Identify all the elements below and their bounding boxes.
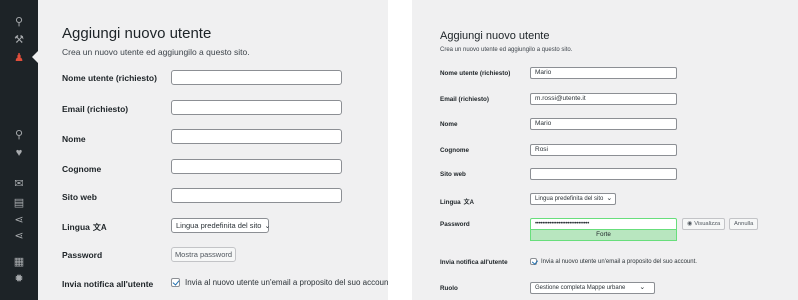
- last-name-label: Cognome: [62, 164, 102, 174]
- first-name-label-right: Nome: [440, 121, 458, 128]
- last-name-input[interactable]: [171, 159, 342, 174]
- notify-option[interactable]: Invia al nuovo utente un'email a proposi…: [171, 278, 388, 287]
- language-label-text-right: Lingua: [440, 199, 461, 206]
- pin-icon[interactable]: ⚲: [12, 128, 26, 142]
- email-label: Email (richiesto): [62, 104, 129, 114]
- language-label: Lingua 文A: [62, 222, 107, 233]
- active-menu-arrow: [32, 51, 38, 63]
- notify-label-right: Invia notifica all'utente: [440, 259, 508, 266]
- language-select-right[interactable]: Lingua predefinita del sito ⌄: [530, 193, 616, 205]
- show-password-label: Visualizza: [694, 221, 721, 227]
- translation-icon: 文A: [463, 200, 474, 206]
- chevron-down-icon: ⌄: [606, 195, 613, 202]
- show-password-button[interactable]: Mostra password: [171, 247, 236, 262]
- heart-icon[interactable]: ♥: [12, 146, 26, 160]
- chevron-down-icon: ⌄: [264, 223, 271, 230]
- language-select[interactable]: Lingua predefinita del sito ⌄: [171, 218, 271, 233]
- mail-icon[interactable]: ✉: [12, 177, 26, 191]
- role-select-value: Gestione completa Mappe urbane: [535, 285, 626, 291]
- email-label-right: Email (richiesto): [440, 96, 489, 103]
- last-name-input-right[interactable]: Rosi: [530, 144, 677, 156]
- notify-label: Invia notifica all'utente: [62, 279, 154, 289]
- briefcase-icon[interactable]: ▤: [12, 196, 26, 210]
- share-icon[interactable]: ⋖: [12, 213, 26, 227]
- page-title: Aggiungi nuovo utente: [62, 25, 212, 42]
- role-select[interactable]: Gestione completa Mappe urbane ⌄: [530, 282, 655, 294]
- page-description-right: Crea un nuovo utente ed aggiungilo a que…: [440, 47, 573, 53]
- chevron-down-icon: ⌄: [639, 284, 646, 291]
- email-input[interactable]: [171, 100, 342, 115]
- language-label-text: Lingua: [62, 222, 90, 232]
- notify-text-right: Invia al nuovo utente un'email a proposi…: [541, 258, 697, 265]
- users-icon[interactable]: ♟: [12, 51, 26, 65]
- email-input-right[interactable]: m.rossi@utente.it: [530, 93, 677, 105]
- sheet-icon[interactable]: ▦: [12, 255, 26, 269]
- cancel-password-button[interactable]: Annulla: [729, 218, 759, 230]
- language-select-value-right: Lingua predefinita del sito: [535, 196, 604, 202]
- share-alt-icon[interactable]: ⋖: [12, 229, 26, 243]
- password-input[interactable]: ••••••••••••••••••••••••••••••: [530, 218, 677, 230]
- username-label-right: Nome utente (richiesto): [440, 70, 511, 77]
- role-label: Ruolo: [440, 285, 458, 292]
- website-input[interactable]: [171, 188, 342, 203]
- admin-sidebar: ⚲ ⚒ ♟ ⚲ ♥ ✉ ▤ ⋖ ⋖ ▦ ✹: [0, 0, 38, 300]
- first-name-label: Nome: [62, 134, 86, 144]
- website-input-right[interactable]: [530, 168, 677, 180]
- first-name-input[interactable]: [171, 129, 342, 144]
- notify-option-right[interactable]: Invia al nuovo utente un'email a proposi…: [530, 258, 697, 265]
- page-description: Crea un nuovo utente ed aggiungilo a que…: [62, 47, 250, 57]
- gear-icon[interactable]: ✹: [12, 272, 26, 286]
- first-name-input-right[interactable]: Mario: [530, 118, 677, 130]
- left-screenshot: ⚲ ⚒ ♟ ⚲ ♥ ✉ ▤ ⋖ ⋖ ▦ ✹ Aggiungi nuovo ute…: [0, 0, 388, 300]
- password-label: Password: [62, 250, 103, 260]
- eye-icon: ◉: [687, 221, 693, 227]
- password-label-right: Password: [440, 221, 470, 228]
- last-name-label-right: Cognome: [440, 147, 470, 154]
- notify-checkbox[interactable]: [171, 278, 180, 287]
- username-input[interactable]: [171, 70, 342, 85]
- website-label-right: Sito web: [440, 171, 466, 178]
- notify-checkbox-right[interactable]: [530, 258, 537, 265]
- translation-icon: 文A: [92, 223, 107, 232]
- show-password-button-right[interactable]: ◉ Visualizza: [682, 218, 726, 230]
- notify-text: Invia al nuovo utente un'email a proposi…: [185, 278, 388, 287]
- tools-icon[interactable]: ⚒: [12, 33, 26, 47]
- page-title-right: Aggiungi nuovo utente: [440, 30, 550, 42]
- password-strength-meter: Forte: [530, 230, 677, 241]
- username-label: Nome utente (richiesto): [62, 73, 157, 83]
- language-label-right: Lingua 文A: [440, 197, 474, 206]
- username-input-right[interactable]: Mario: [530, 67, 677, 79]
- website-label: Sito web: [62, 192, 97, 202]
- customize-icon[interactable]: ⚲: [12, 15, 26, 29]
- language-select-value: Lingua predefinita del sito: [176, 221, 262, 230]
